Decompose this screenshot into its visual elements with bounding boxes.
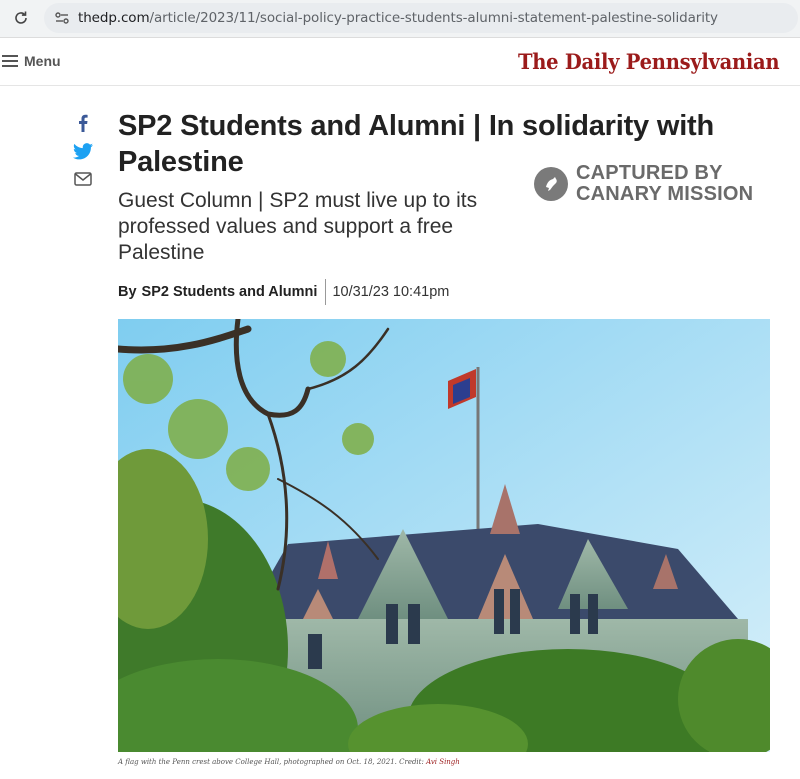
hamburger-icon (2, 55, 18, 67)
canary-bird-icon (534, 167, 568, 201)
site-logo[interactable]: The Daily Pennsylvanian (518, 49, 780, 74)
byline-prefix: By (118, 284, 137, 300)
menu-button[interactable]: Menu (2, 53, 61, 69)
article-subtitle: Guest Column | SP2 must live up to its p… (118, 189, 478, 264)
author-link[interactable]: SP2 Students and Alumni (142, 284, 318, 300)
reload-icon[interactable] (11, 8, 31, 28)
photo-caption: A flag with the Penn crest above College… (118, 758, 460, 766)
address-bar[interactable]: thedp.com/article/2023/11/social-policy-… (44, 3, 798, 33)
article-photo (118, 319, 770, 752)
browser-toolbar: thedp.com/article/2023/11/social-policy-… (0, 0, 800, 38)
caption-text: A flag with the Penn crest above College… (118, 758, 427, 766)
watermark-line1: CAPTURED BY (576, 162, 723, 184)
canary-mission-watermark: CAPTURED BY CANARY MISSION (534, 163, 753, 205)
site-info-icon[interactable] (52, 8, 72, 28)
photo-credit[interactable]: Avi Singh (426, 758, 460, 766)
url-path: /article/2023/11/social-policy-practice-… (149, 10, 719, 26)
social-share (72, 112, 94, 196)
url-text: thedp.com/article/2023/11/social-policy-… (78, 10, 718, 26)
facebook-icon[interactable] (72, 112, 94, 134)
watermark-line2: CANARY MISSION (576, 183, 754, 205)
byline-divider (325, 279, 327, 305)
menu-label: Menu (24, 53, 61, 69)
publish-date: 10/31/23 10:41pm (332, 284, 450, 300)
site-header: Menu The Daily Pennsylvanian (0, 39, 800, 86)
email-icon[interactable] (72, 168, 94, 190)
twitter-icon[interactable] (72, 140, 94, 162)
byline: By SP2 Students and Alumni 10/31/23 10:4… (118, 279, 450, 305)
url-host: thedp.com (78, 10, 150, 26)
